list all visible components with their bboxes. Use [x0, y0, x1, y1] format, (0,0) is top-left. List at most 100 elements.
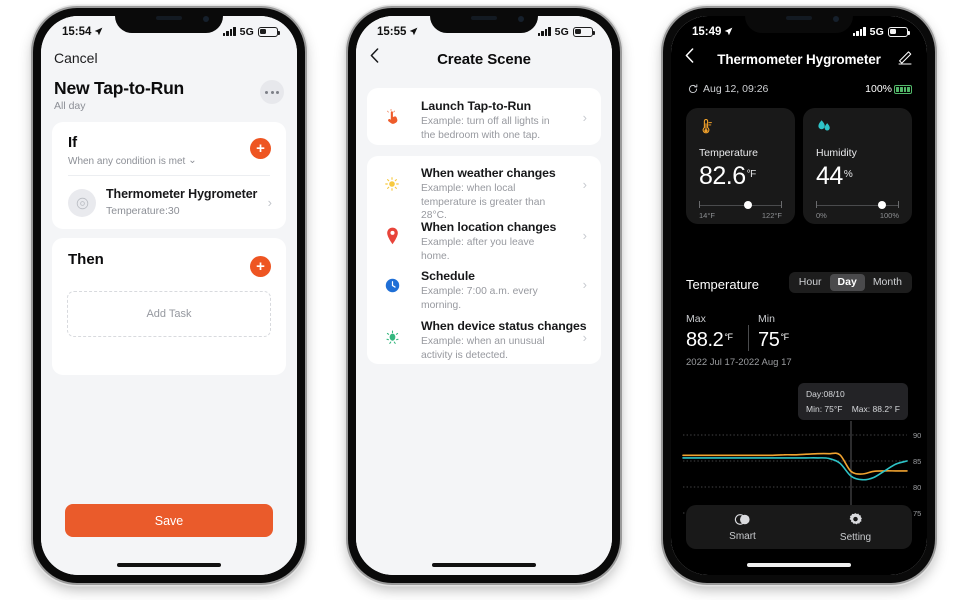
- front-camera: [833, 16, 839, 22]
- network-label: 5G: [554, 25, 569, 38]
- slider-knob[interactable]: [743, 200, 752, 209]
- gear-icon: [848, 512, 863, 529]
- list-item[interactable]: Schedule Example: 7:00 a.m. every mornin…: [367, 261, 601, 311]
- temperature-range-slider[interactable]: [699, 200, 782, 209]
- gear-glyph: [849, 512, 862, 524]
- network-label: 5G: [869, 25, 884, 38]
- chevron-left-icon: [685, 48, 694, 63]
- chevron-right-icon: ›: [582, 228, 587, 243]
- list-item[interactable]: When device status changes Example: when…: [367, 310, 601, 364]
- tile-value: 44%: [816, 162, 853, 191]
- chevron-right-icon: ›: [582, 330, 587, 345]
- last-updated: Aug 12, 09:26: [688, 83, 768, 95]
- tile-label: Humidity: [816, 147, 857, 159]
- battery-icon: [258, 26, 281, 37]
- chevron-right-icon: ›: [582, 277, 587, 292]
- condition-device-value: Temperature:30: [106, 205, 180, 217]
- tab-label: Smart: [729, 530, 756, 542]
- min-number: 75: [758, 329, 780, 351]
- screenshot-stage: 15:54 5G Cancel New Tap-to-Run All day I…: [0, 0, 970, 600]
- tap-hand-icon: [382, 107, 402, 127]
- tap-hand-glyph: [386, 108, 397, 124]
- page-title: Thermometer Hygrometer: [717, 52, 881, 67]
- slider-min-label: 0%: [816, 211, 827, 220]
- clock-icon: [382, 275, 402, 295]
- back-button[interactable]: [370, 48, 379, 66]
- option-title: Launch Tap-to-Run: [421, 99, 532, 113]
- back-button[interactable]: [685, 48, 694, 66]
- status-right-2: 5G: [537, 25, 596, 38]
- updated-text: Aug 12, 09:26: [703, 83, 769, 95]
- device-glyph: [76, 197, 88, 209]
- option-desc: Example: turn off all lights in the bedr…: [421, 116, 550, 141]
- notch: [115, 8, 223, 33]
- list-item[interactable]: Launch Tap-to-Run Example: turn off all …: [367, 88, 601, 145]
- pencil-icon: [898, 51, 912, 65]
- slider-track: [816, 205, 899, 206]
- notch: [745, 8, 853, 33]
- add-task-placeholder[interactable]: Add Task: [67, 291, 271, 337]
- slider-max-label: 100%: [879, 211, 899, 220]
- smart-icon: [734, 513, 751, 528]
- tile-label: Temperature: [699, 147, 758, 159]
- save-button[interactable]: Save: [65, 504, 273, 537]
- phone-2-screen: 15:55 5G Create Scene Launch Tap-to-Run …: [356, 16, 612, 575]
- signal-bars-icon: [537, 27, 551, 36]
- tab-month[interactable]: Month: [865, 274, 910, 291]
- min-unit: °F: [780, 332, 789, 342]
- speaker: [471, 16, 497, 20]
- tab-day[interactable]: Day: [829, 274, 865, 291]
- water-drop-icon: [816, 119, 832, 140]
- ellipsis-icon[interactable]: [260, 80, 284, 104]
- tab-hour[interactable]: Hour: [791, 274, 830, 291]
- phone-3-frame: 15:49 5G Thermometer Hygrometer Aug 12, …: [663, 8, 935, 583]
- chart-ytick: 85: [913, 457, 921, 466]
- tooltip-max: Max: 88.2° F: [851, 404, 900, 414]
- tile-number: 82.6: [699, 162, 746, 190]
- humidity-tile[interactable]: Humidity 44% 0% 100%: [803, 108, 912, 224]
- smart-glyph: [734, 513, 750, 525]
- notch: [430, 8, 538, 33]
- list-item[interactable]: When location changes Example: after you…: [367, 212, 601, 262]
- status-time: 15:54: [62, 25, 92, 38]
- tooltip-min: Min: 75°F: [806, 404, 843, 414]
- status-right-1: 5G: [222, 26, 281, 38]
- add-task-button[interactable]: +: [250, 256, 271, 277]
- front-camera: [518, 16, 524, 22]
- then-card: Then + Add Task: [52, 238, 286, 375]
- condition-row[interactable]: Thermometer Hygrometer Temperature:30 ›: [52, 181, 286, 227]
- tab-label: Setting: [839, 531, 872, 543]
- option-title: When device status changes: [421, 319, 587, 333]
- min-value: 75°F: [758, 329, 789, 352]
- max-label: Max: [686, 313, 706, 325]
- list-item[interactable]: When weather changes Example: when local…: [367, 156, 601, 221]
- max-min-stats: Max Min 88.2°F 75°F 2022 Jul 17-2022 Aug…: [686, 313, 912, 368]
- chevron-right-icon: ›: [582, 177, 587, 192]
- edit-button[interactable]: [897, 50, 913, 66]
- tab-smart[interactable]: Smart: [686, 505, 799, 549]
- speaker: [156, 16, 182, 20]
- temperature-tile[interactable]: Temperature 82.6°F 14°F 122°F: [686, 108, 795, 224]
- status-left-2: 15:55: [377, 26, 418, 38]
- chart-tooltip: Day:08/10 Min: 75°F Max: 88.2° F: [798, 383, 908, 420]
- bottom-tab-bar: Smart Setting: [686, 505, 912, 549]
- if-condition-selector[interactable]: When any condition is met ⌄: [68, 155, 197, 167]
- time-range-segmented-control[interactable]: Hour Day Month: [788, 272, 912, 293]
- slider-cap-right: [781, 201, 782, 208]
- add-condition-button[interactable]: +: [250, 138, 271, 159]
- humidity-range-slider[interactable]: [816, 200, 899, 209]
- phone-1-screen: 15:54 5G Cancel New Tap-to-Run All day I…: [41, 16, 297, 575]
- status-right-3: 5G: [852, 25, 911, 38]
- tile-unit: °F: [746, 169, 757, 180]
- nav-bar-3: Thermometer Hygrometer: [671, 43, 927, 76]
- chart-series-max: [682, 452, 908, 475]
- slider-knob[interactable]: [878, 200, 887, 209]
- tab-setting[interactable]: Setting: [799, 505, 912, 549]
- battery-icon: [573, 26, 596, 37]
- launch-tap-to-run-card[interactable]: Launch Tap-to-Run Example: turn off all …: [367, 88, 601, 145]
- stats-divider: [748, 325, 749, 351]
- cancel-button[interactable]: Cancel: [54, 50, 98, 66]
- speaker: [786, 16, 812, 20]
- max-unit: °F: [724, 332, 733, 342]
- then-heading: Then: [68, 251, 104, 268]
